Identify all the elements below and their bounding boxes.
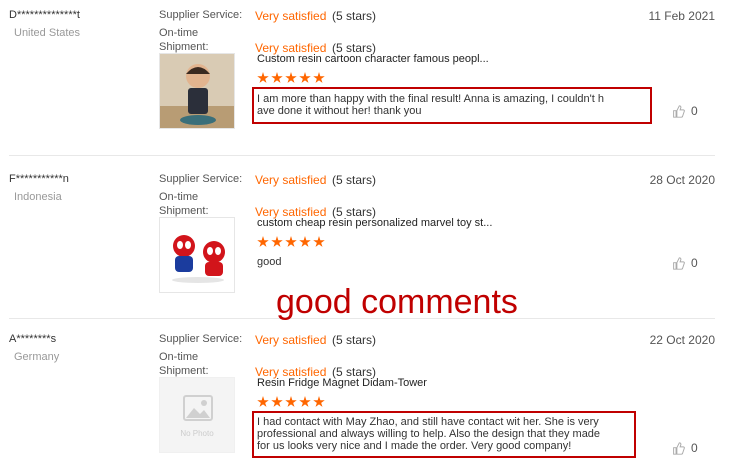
star-icon xyxy=(285,396,297,407)
star-icon xyxy=(257,72,269,83)
bobblehead-figure-photo[interactable] xyxy=(159,53,235,129)
supplier-service-label: Supplier Service: xyxy=(159,173,243,185)
comment-line: I am more than happy with the final resu… xyxy=(257,93,604,105)
no-photo-placeholder[interactable]: No Photo xyxy=(159,377,235,453)
reviewer-country: Germany xyxy=(14,351,60,363)
star-icon xyxy=(313,396,325,407)
star-icon xyxy=(285,72,297,83)
product-name[interactable]: custom cheap resin personalized marvel t… xyxy=(257,217,492,229)
thumbs-up-icon xyxy=(673,256,685,270)
comment-line: I had contact with May Zhao, and still h… xyxy=(257,416,599,428)
supplier-service-rating: Very satisfied xyxy=(255,333,327,347)
product-rating-stars xyxy=(257,396,325,408)
image-placeholder-icon xyxy=(183,395,213,421)
review-date: 11 Feb 2021 xyxy=(648,9,716,23)
comment-line: good xyxy=(257,256,282,268)
star-icon xyxy=(257,396,269,407)
comment-line: ave done it without her! thank you xyxy=(257,105,422,117)
shipment-label: Shipment: xyxy=(159,41,209,53)
good-comments-annotation: good comments xyxy=(276,283,518,321)
like-button[interactable]: 0 xyxy=(672,104,698,118)
star-icon xyxy=(257,236,269,247)
reviewer-name: F***********n xyxy=(9,173,69,185)
review-divider xyxy=(9,155,715,156)
reviewer-country: United States xyxy=(14,27,81,39)
supplier-service-rating: Very satisfied xyxy=(255,9,327,23)
like-button[interactable]: 0 xyxy=(672,441,698,455)
review-date: 28 Oct 2020 xyxy=(649,173,715,187)
supplier-service-stars: (5 stars) xyxy=(332,173,377,187)
supplier-service-label: Supplier Service: xyxy=(159,333,243,345)
supplier-service-stars: (5 stars) xyxy=(332,9,377,23)
comment-line: professional and always willing to help.… xyxy=(257,428,601,440)
star-icon xyxy=(271,396,283,407)
product-rating-stars xyxy=(257,236,325,248)
supplier-service-label: Supplier Service: xyxy=(159,9,243,21)
product-thumbnail-image xyxy=(160,54,234,128)
like-count: 0 xyxy=(691,441,698,455)
product-rating-stars xyxy=(257,72,325,84)
star-icon xyxy=(271,72,283,83)
star-icon xyxy=(313,236,325,247)
reviewer-country: Indonesia xyxy=(14,191,62,203)
review-comment: good xyxy=(257,256,647,268)
shipment-label: Shipment: xyxy=(159,365,209,377)
product-name[interactable]: Custom resin cartoon character famous pe… xyxy=(257,53,489,65)
thumbs-up-icon xyxy=(673,104,685,118)
star-icon xyxy=(299,236,311,247)
ontime-label: On-time xyxy=(159,351,199,363)
comment-line: for us looks very nice and I made the or… xyxy=(257,440,572,452)
like-count: 0 xyxy=(691,104,698,118)
star-icon xyxy=(271,236,283,247)
like-button[interactable]: 0 xyxy=(672,256,698,270)
supplier-service-rating: Very satisfied xyxy=(255,173,327,187)
reviewer-name: D**************t xyxy=(9,9,80,21)
shipment-label: Shipment: xyxy=(159,205,209,217)
star-icon xyxy=(299,396,311,407)
review-comment: I had contact with May Zhao, and still h… xyxy=(257,416,633,452)
product-name[interactable]: Resin Fridge Magnet Didam-Tower xyxy=(257,377,427,389)
review-comment: I am more than happy with the final resu… xyxy=(257,93,647,117)
thumbs-up-icon xyxy=(673,441,685,455)
like-count: 0 xyxy=(691,256,698,270)
star-icon xyxy=(299,72,311,83)
star-icon xyxy=(313,72,325,83)
supplier-service-stars: (5 stars) xyxy=(332,333,377,347)
star-icon xyxy=(285,236,297,247)
review-date: 22 Oct 2020 xyxy=(649,333,715,347)
product-thumbnail-image xyxy=(160,218,234,292)
ontime-label: On-time xyxy=(159,27,199,39)
ontime-label: On-time xyxy=(159,191,199,203)
spiderman-figures-photo[interactable] xyxy=(159,217,235,293)
reviewer-name: A********s xyxy=(9,333,57,345)
no-photo-label: No Photo xyxy=(180,429,214,438)
